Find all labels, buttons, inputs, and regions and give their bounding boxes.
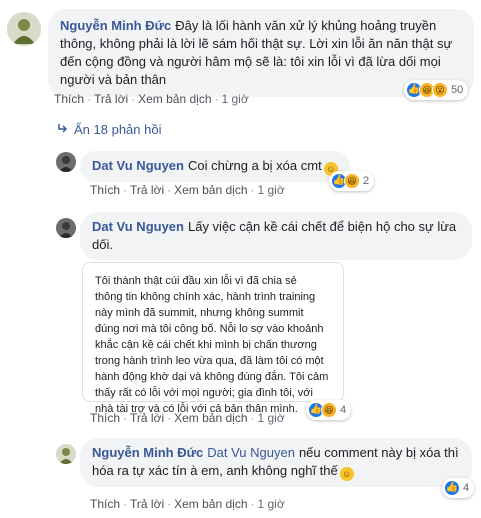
like-link[interactable]: Thích (54, 92, 84, 106)
reply-bubble: Dat Vu Nguyen Coi chừng a bị xóa cmt ☺ (80, 151, 350, 182)
avatar-dat-vu-nguyen[interactable] (56, 218, 76, 238)
reaction-count: 4 (340, 404, 347, 416)
translate-link[interactable]: Xem bản dịch (138, 92, 211, 106)
reply-actions: Thích · Trả lời · Xem bản dịch · 1 giờ (90, 411, 285, 425)
reaction-count: 4 (463, 482, 470, 494)
reply-link[interactable]: Trả lời (130, 497, 164, 511)
reply-actions: Thích · Trả lời · Xem bản dịch · 1 giờ (90, 183, 285, 197)
smile-emoji: ☺ (339, 467, 354, 481)
reaction-summary[interactable]: 👍 😆 4 (306, 400, 352, 420)
mention-link[interactable]: Dat Vu Nguyen (207, 445, 295, 460)
image-text-line: hành động khờ dại và không đúng đắn. Tôi… (95, 371, 329, 383)
hide-replies-link[interactable]: Ẩn 18 phản hồi (56, 122, 161, 137)
haha-icon: 😆 (321, 402, 337, 418)
avatar-image (7, 12, 41, 46)
reply-link[interactable]: Trả lời (130, 411, 164, 425)
reply-bubble: Dat Vu Nguyen Lấy việc cận kề cái chết để… (80, 212, 472, 260)
like-link[interactable]: Thích (90, 411, 120, 425)
image-text-line: thấy rất có lỗi với mọi người; gia đình … (95, 387, 313, 399)
like-link[interactable]: Thích (90, 497, 120, 511)
reaction-summary[interactable]: 👍 😆 2 (329, 171, 375, 191)
reply-author[interactable]: Nguyễn Minh Đức (92, 445, 203, 460)
translate-link[interactable]: Xem bản dịch (174, 411, 247, 425)
timestamp[interactable]: 1 giờ (258, 497, 285, 511)
reaction-count: 2 (363, 175, 370, 187)
timestamp[interactable]: 1 giờ (258, 411, 285, 425)
avatar-nguyen-minh-duc[interactable] (7, 12, 41, 46)
reply-bubble: Nguyễn Minh Đức Dat Vu Nguyen nếu comment … (80, 438, 472, 487)
reaction-summary[interactable]: 👍 😆 😮 50 (404, 80, 469, 100)
timestamp[interactable]: 1 giờ (258, 183, 285, 197)
image-text-line: Tôi thành thật cúi đầu xin lỗi vì đã chi… (95, 275, 297, 287)
reply-link[interactable]: Trả lời (94, 92, 128, 106)
image-text-line: đúng nơi mà tôi công bố. Nỗi lo sợ vào k… (95, 323, 324, 335)
hide-replies-label: Ẩn 18 phản hồi (74, 122, 162, 137)
reply-link[interactable]: Trả lời (130, 183, 164, 197)
translate-link[interactable]: Xem bản dịch (174, 497, 247, 511)
like-link[interactable]: Thích (90, 183, 120, 197)
avatar-dat-vu-nguyen[interactable] (56, 152, 76, 172)
wow-icon: 😮 (432, 82, 448, 98)
timestamp[interactable]: 1 giờ (222, 92, 249, 106)
reply-author[interactable]: Dat Vu Nguyen (92, 219, 184, 234)
image-text-line: này mình đã summit, nhưng không summit (95, 307, 304, 319)
reaction-summary[interactable]: 👍 4 (442, 478, 475, 498)
avatar-image (56, 218, 76, 238)
reply-actions: Thích · Trả lời · Xem bản dịch · 1 giờ (90, 497, 285, 511)
attached-image[interactable]: Tôi thành thật cúi đầu xin lỗi vì đã chi… (82, 262, 344, 415)
haha-icon: 😆 (344, 173, 360, 189)
image-text-line: khắc cận kề cái chết khi mình bị chấn th… (95, 339, 317, 351)
image-text-line: thông tin không chính xác, hành trình tr… (95, 291, 316, 303)
avatar-image (56, 444, 76, 464)
like-icon: 👍 (444, 480, 460, 496)
reply-arrow-icon (56, 122, 68, 137)
reply-text: Coi chừng a bị xóa cmt (187, 158, 322, 173)
image-text-line: trong hành trình leo vừa qua, đã làm tôi… (95, 355, 324, 367)
reaction-count: 50 (451, 84, 464, 96)
reply-author[interactable]: Dat Vu Nguyen (92, 158, 184, 173)
comment-author[interactable]: Nguyễn Minh Đức (60, 18, 171, 33)
avatar-image (56, 152, 76, 172)
translate-link[interactable]: Xem bản dịch (174, 183, 247, 197)
comment-actions: Thích · Trả lời · Xem bản dịch · 1 giờ (54, 92, 249, 106)
avatar-nguyen-minh-duc[interactable] (56, 444, 76, 464)
